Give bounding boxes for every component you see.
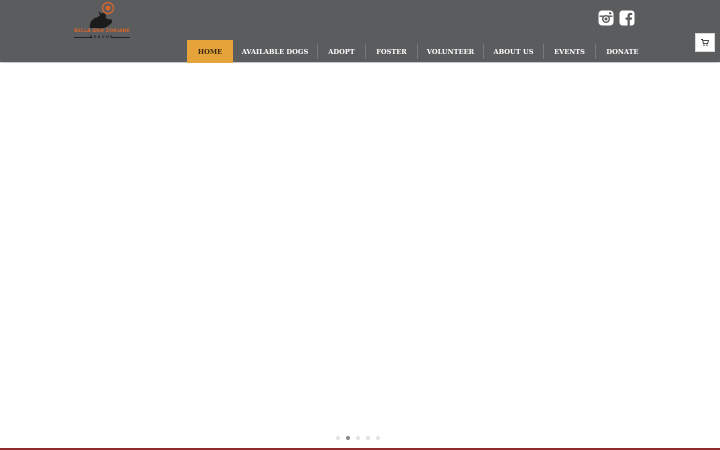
social-links xyxy=(598,10,635,26)
cart-button[interactable] xyxy=(695,33,715,52)
slider-dot[interactable] xyxy=(356,436,360,440)
cart-icon xyxy=(701,39,709,46)
main-nav: HOME AVAILABLE DOGS ADOPT FOSTER VOLUNTE… xyxy=(187,40,649,63)
instagram-icon xyxy=(598,10,614,26)
facebook-link[interactable] xyxy=(619,10,635,26)
dog-logo-icon xyxy=(89,2,115,29)
nav-item-available-dogs[interactable]: AVAILABLE DOGS xyxy=(233,40,317,63)
slider-pagination xyxy=(336,436,380,440)
slider-dot[interactable] xyxy=(366,436,370,440)
nav-item-home[interactable]: HOME xyxy=(187,40,233,63)
slider-dot[interactable] xyxy=(336,436,340,440)
nav-item-volunteer[interactable]: VOLUNTEER xyxy=(418,40,483,63)
hero-slider xyxy=(0,63,720,448)
slider-dot-active[interactable] xyxy=(346,436,350,440)
nav-item-adopt[interactable]: ADOPT xyxy=(318,40,365,63)
brand-name: BELLA AND ZOKIANE xyxy=(74,29,130,34)
site-logo[interactable]: BELLA AND ZOKIANE RESCUE xyxy=(70,2,134,40)
nav-item-donate[interactable]: DONATE xyxy=(596,40,649,63)
nav-item-events[interactable]: EVENTS xyxy=(544,40,595,63)
facebook-icon xyxy=(619,10,635,26)
instagram-link[interactable] xyxy=(598,10,614,26)
logo-rule-right xyxy=(112,37,130,38)
site-header: BELLA AND ZOKIANE RESCUE HOME AVAILABLE … xyxy=(0,0,720,63)
nav-item-foster[interactable]: FOSTER xyxy=(366,40,417,63)
nav-item-about-us[interactable]: ABOUT US xyxy=(484,40,543,63)
slider-dot[interactable] xyxy=(376,436,380,440)
